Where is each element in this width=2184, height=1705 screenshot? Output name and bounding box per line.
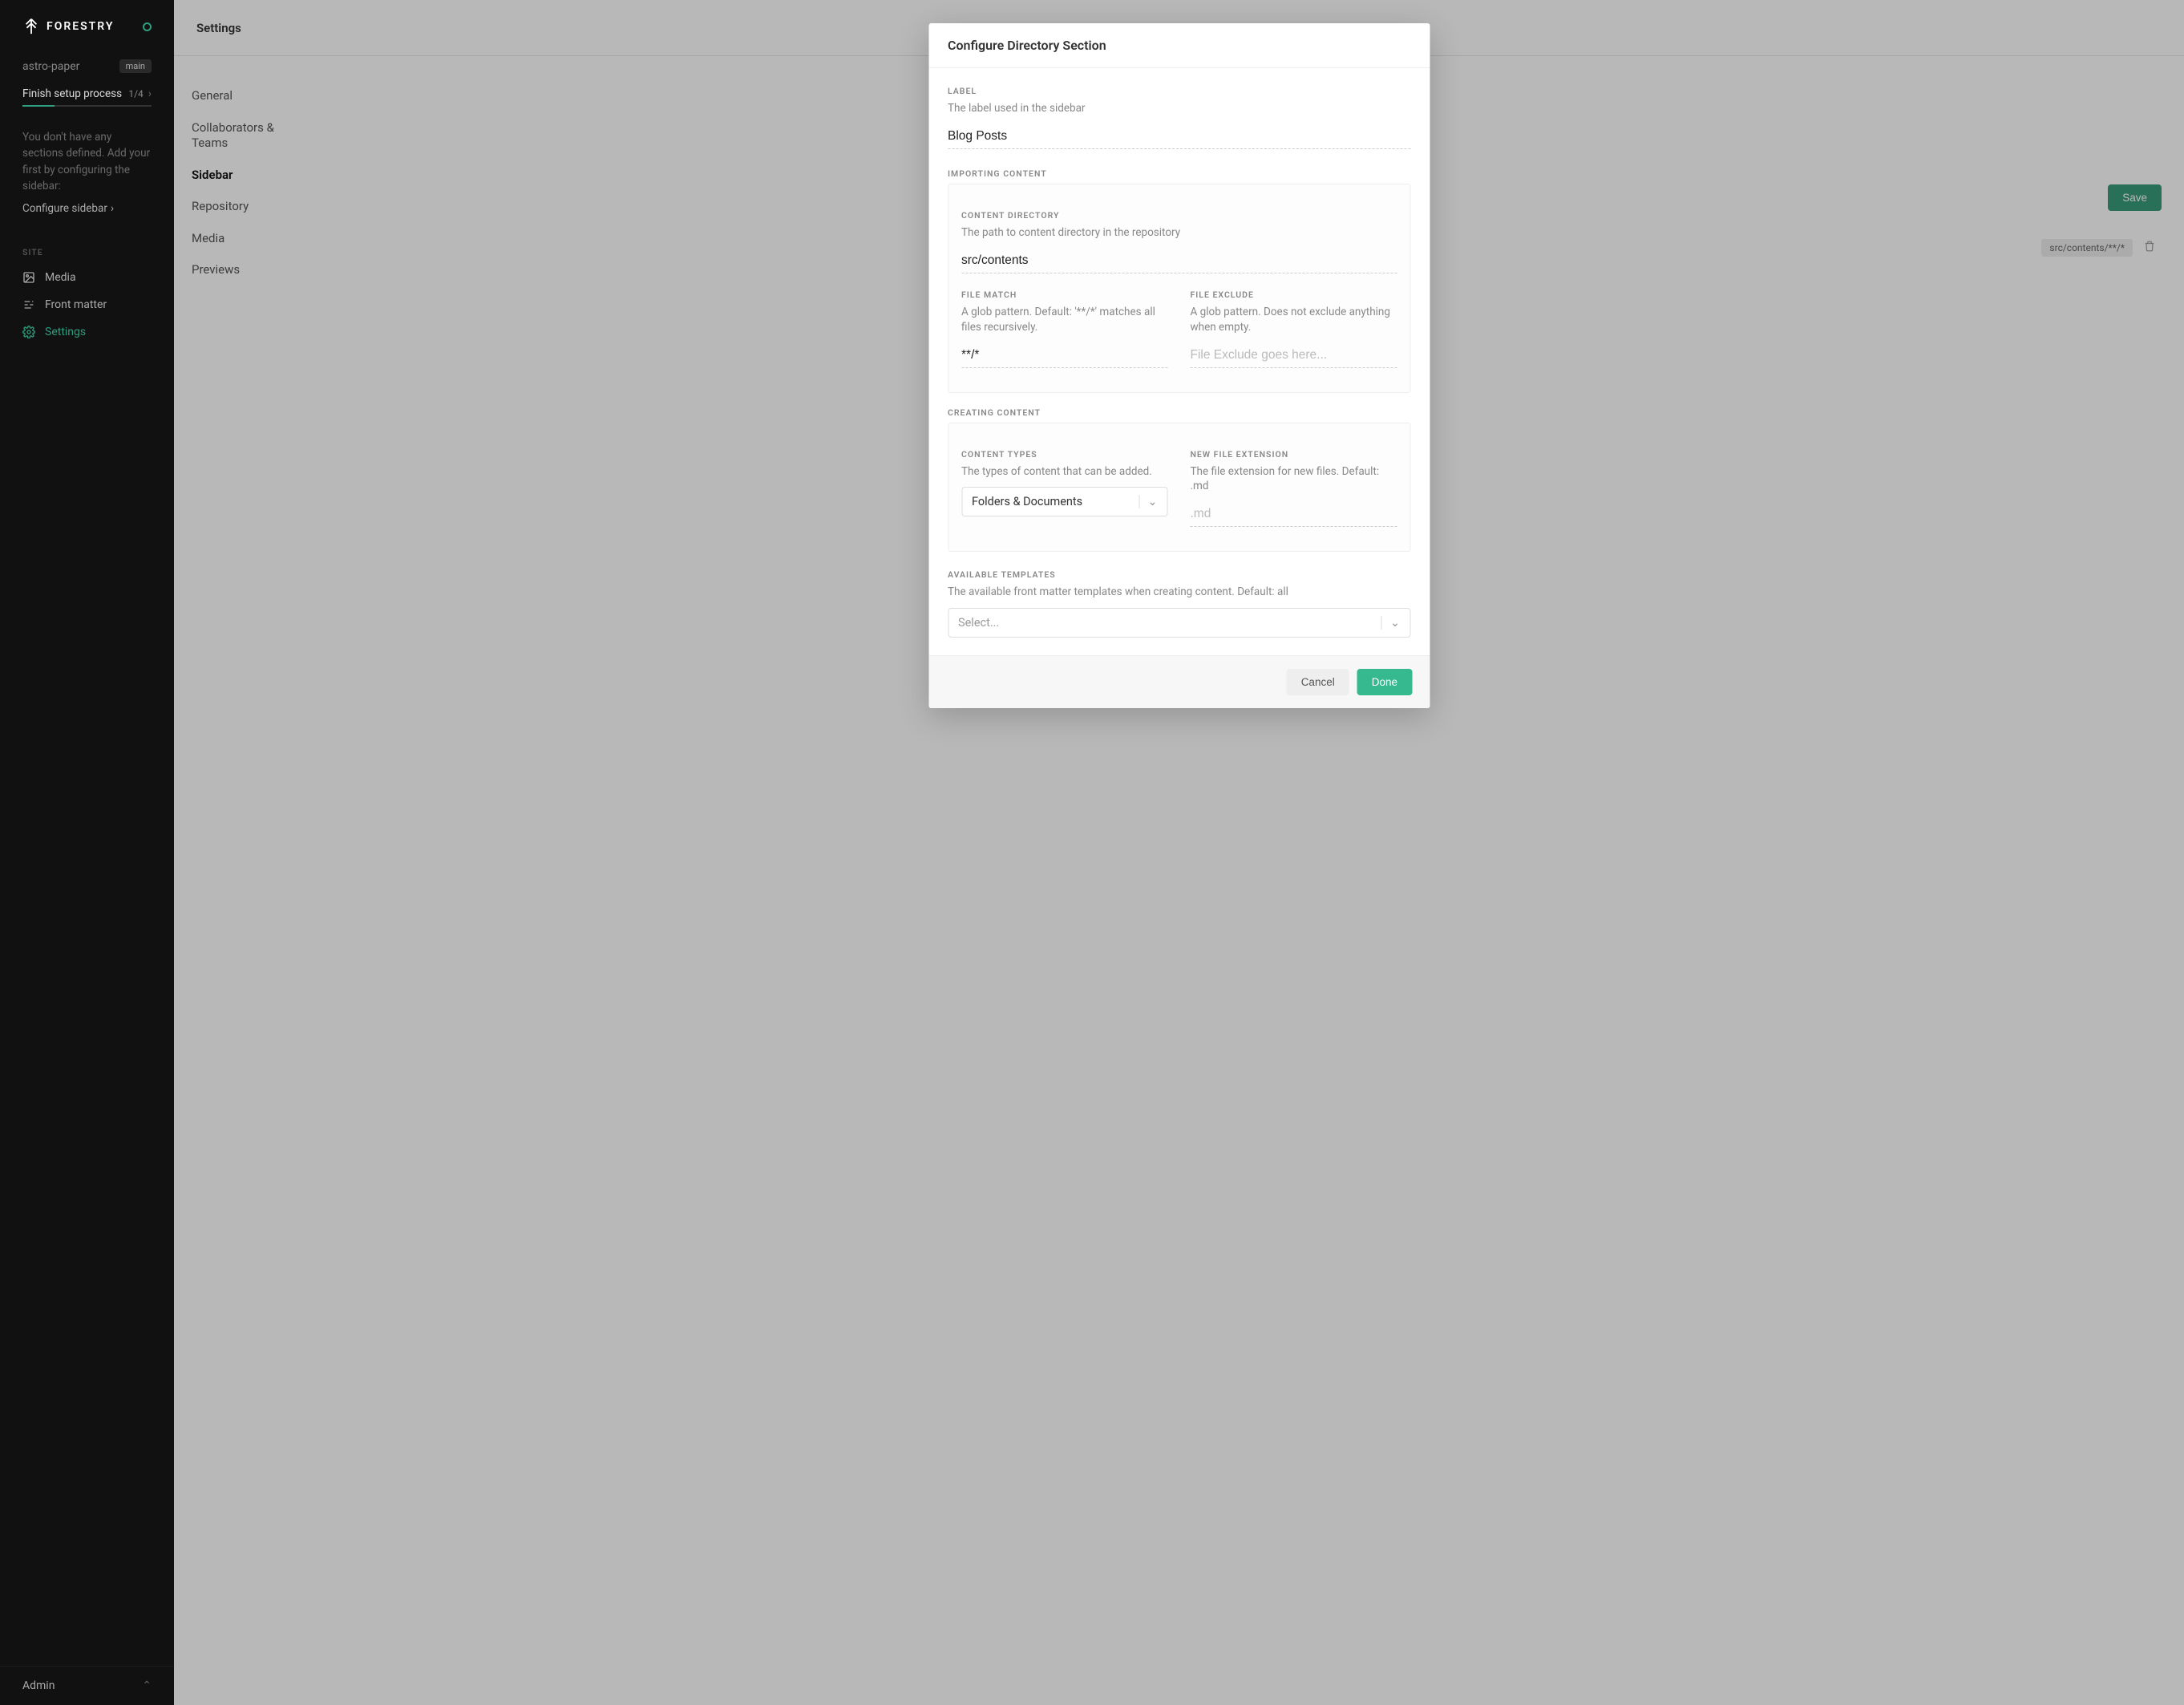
content-types-value: Folders & Documents (972, 495, 1082, 508)
configure-link-label: Configure sidebar (22, 202, 107, 215)
importing-title: IMPORTING CONTENT (948, 168, 1410, 179)
file-match-input[interactable] (961, 343, 1168, 368)
configure-sidebar-link[interactable]: Configure sidebar › (0, 202, 174, 231)
configure-directory-modal: Configure Directory Section LABEL The la… (928, 23, 1430, 708)
templates-select[interactable]: Select... ⌄ (948, 608, 1410, 638)
sidebar-item-media[interactable]: Media (0, 264, 174, 291)
repo-row[interactable]: astro-paper main (0, 53, 174, 79)
user-role: Admin (22, 1679, 55, 1692)
forestry-logo-icon (22, 18, 40, 35)
label-field-title: LABEL (948, 86, 1410, 96)
file-exclude-input[interactable] (1191, 343, 1397, 368)
chevron-up-icon: ⌃ (142, 1679, 152, 1692)
templates-field: AVAILABLE TEMPLATES The available front … (948, 558, 1410, 642)
modal-title: Configure Directory Section (928, 23, 1430, 68)
sliders-icon (22, 298, 35, 311)
chevron-down-icon: ⌄ (1381, 616, 1400, 630)
modal-footer: Cancel Done (928, 655, 1430, 708)
importing-panel: CONTENT DIRECTORY The path to content di… (948, 184, 1410, 393)
file-match-desc: A glob pattern. Default: '**/*' matches … (961, 305, 1168, 335)
label-input[interactable] (948, 124, 1410, 149)
content-dir-input[interactable] (961, 249, 1397, 273)
branch-badge: main (119, 59, 152, 73)
label-field-desc: The label used in the sidebar (948, 101, 1410, 116)
site-section-label: SITE (0, 231, 174, 264)
chevron-right-icon: › (148, 87, 152, 100)
sidebar-item-label: Front matter (45, 298, 107, 311)
sidebar-item-label: Media (45, 271, 76, 284)
creating-panel: CONTENT TYPES The types of content that … (948, 423, 1410, 553)
sidebar-item-settings[interactable]: Settings (0, 318, 174, 346)
chevron-right-icon: › (111, 202, 114, 215)
user-footer[interactable]: Admin ⌃ (0, 1666, 174, 1705)
progress-bar (22, 105, 152, 107)
new-ext-title: NEW FILE EXTENSION (1191, 449, 1397, 460)
file-match-title: FILE MATCH (961, 290, 1168, 300)
sidebar-item-front-matter[interactable]: Front matter (0, 291, 174, 318)
app-sidebar: FORESTRY astro-paper main Finish setup p… (0, 0, 174, 1705)
setup-progress: 1/4 (128, 88, 143, 99)
setup-label: Finish setup process (22, 87, 122, 100)
no-sections-text: You don't have any sections defined. Add… (0, 116, 174, 202)
label-field: LABEL The label used in the sidebar (948, 75, 1410, 154)
templates-placeholder: Select... (958, 616, 999, 630)
brand-logo[interactable]: FORESTRY (22, 18, 114, 35)
done-button[interactable]: Done (1357, 669, 1412, 695)
brand-text: FORESTRY (47, 20, 114, 33)
content-dir-desc: The path to content directory in the rep… (961, 225, 1397, 241)
file-exclude-desc: A glob pattern. Does not exclude anythin… (1191, 305, 1397, 335)
status-circle-icon (143, 22, 152, 31)
cancel-button[interactable]: Cancel (1287, 669, 1349, 695)
avatar-area (0, 1521, 174, 1666)
sidebar-header: FORESTRY (0, 0, 174, 53)
chevron-down-icon: ⌄ (1139, 495, 1157, 508)
content-types-select[interactable]: Folders & Documents ⌄ (961, 487, 1168, 516)
templates-title: AVAILABLE TEMPLATES (948, 569, 1410, 580)
repo-name: astro-paper (22, 60, 79, 73)
templates-desc: The available front matter templates whe… (948, 585, 1410, 600)
new-ext-desc: The file extension for new files. Defaul… (1191, 464, 1397, 495)
content-types-title: CONTENT TYPES (961, 449, 1168, 460)
image-icon (22, 271, 35, 284)
creating-title: CREATING CONTENT (948, 407, 1410, 418)
gear-icon (22, 326, 35, 338)
content-types-desc: The types of content that can be added. (961, 464, 1168, 480)
new-ext-input[interactable] (1191, 502, 1397, 527)
main-area: Settings General Collaborators & Teams S… (174, 0, 2184, 1705)
setup-row[interactable]: Finish setup process 1/4 › (0, 79, 174, 105)
file-exclude-title: FILE EXCLUDE (1191, 290, 1397, 300)
sidebar-item-label: Settings (45, 326, 86, 338)
content-dir-title: CONTENT DIRECTORY (961, 210, 1397, 221)
